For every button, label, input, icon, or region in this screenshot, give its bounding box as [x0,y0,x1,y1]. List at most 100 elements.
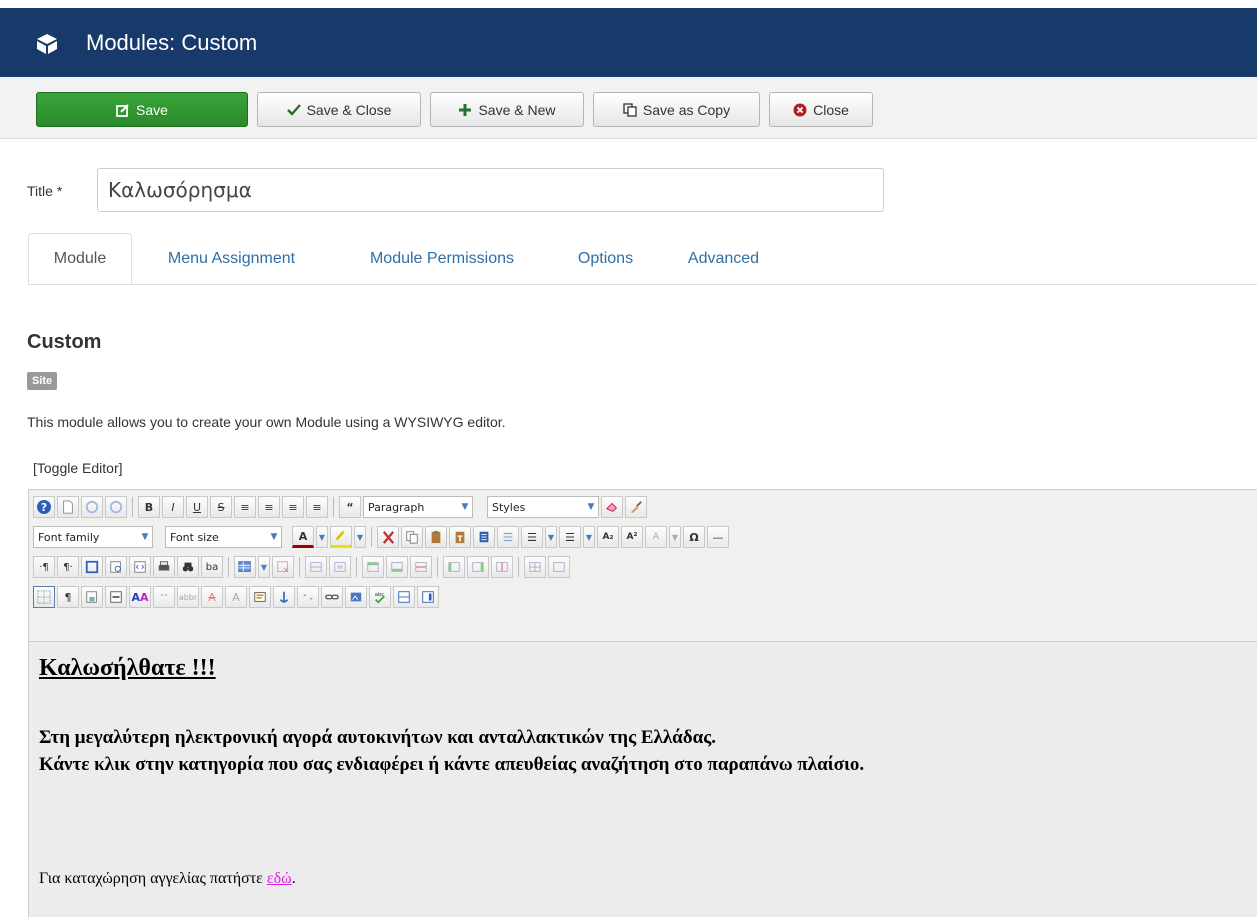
align-left-icon[interactable]: ≡ [234,496,256,518]
insert-row-after-icon[interactable] [386,556,408,578]
cell-properties-icon[interactable] [329,556,351,578]
readmore-icon[interactable] [417,586,439,608]
content-line-3-text: Για καταχώρηση αγγελίας πατήστε [39,870,267,887]
cite-icon[interactable]: “” [153,586,175,608]
delete-col-icon[interactable] [491,556,513,578]
chevron-down-icon[interactable]: ▼ [258,556,270,578]
split-cells-icon[interactable] [524,556,546,578]
paste-text-icon[interactable]: T [449,526,471,548]
paste-word-icon[interactable] [473,526,495,548]
cut-icon[interactable] [377,526,399,548]
chevron-down-icon: ▼ [587,502,595,512]
new-document-icon[interactable] [57,496,79,518]
paste-icon[interactable] [425,526,447,548]
tab-options[interactable]: Options [557,233,654,285]
chevron-down-icon[interactable]: ▼ [545,526,557,548]
help-icon[interactable]: ? [33,496,55,518]
bullet-list-icon[interactable]: ☰ [559,526,581,548]
chevron-down-icon[interactable]: ▼ [583,526,595,548]
copy-icon[interactable] [401,526,423,548]
visual-aid-icon[interactable] [33,586,55,608]
close-button[interactable]: Close [769,92,873,127]
anchor-style-icon[interactable]: A [645,526,667,548]
close-label: Close [813,101,849,118]
tab-menu-assignment[interactable]: Menu Assignment [139,233,324,285]
align-justify-icon[interactable]: ≡ [306,496,328,518]
print-icon[interactable] [153,556,175,578]
tab-advanced[interactable]: Advanced [665,233,782,285]
blockquote-icon[interactable]: “ [339,496,361,518]
special-character-icon[interactable]: Ω [683,526,705,548]
title-input[interactable] [97,168,884,212]
content-line-1: Στη μεγαλύτερη ηλεκτρονική αγορά αυτοκιν… [39,727,717,748]
clear-format-brush-icon[interactable] [625,496,647,518]
horizontal-rule-icon[interactable]: — [707,526,729,548]
anchor-icon[interactable] [273,586,295,608]
link-icon[interactable] [321,586,343,608]
insert-col-after-icon[interactable] [467,556,489,578]
italic-icon[interactable]: I [162,496,184,518]
copy-icon [623,102,637,117]
tab-module[interactable]: Module [28,233,132,285]
save-close-button[interactable]: Save & Close [257,92,421,127]
style-props-icon[interactable]: AA [129,586,151,608]
close-icon [793,103,807,116]
layer-icon[interactable] [105,586,127,608]
superscript-icon[interactable]: A² [621,526,643,548]
delete-text-icon[interactable]: A [201,586,223,608]
numbered-list-icon[interactable]: ☰ [521,526,543,548]
font-family-select[interactable]: Font family ▼ [33,526,153,548]
save-button[interactable]: Save [36,92,248,127]
bold-icon[interactable]: B [138,496,160,518]
subscript-icon[interactable]: A₂ [597,526,619,548]
tab-module-permissions[interactable]: Module Permissions [338,233,546,285]
image-icon[interactable] [345,586,367,608]
replace-icon[interactable]: ba [201,556,223,578]
format-select[interactable]: Paragraph ▼ [363,496,473,518]
toggle-editor-link[interactable]: [Toggle Editor] [33,460,123,476]
underline-icon[interactable]: U [186,496,208,518]
insert-table-icon[interactable] [234,556,256,578]
attributes-icon[interactable] [249,586,271,608]
select-all-icon[interactable] [497,526,519,548]
toolbar-separator [437,557,438,577]
align-right-icon[interactable]: ≡ [282,496,304,518]
row-properties-icon[interactable] [305,556,327,578]
text-color-icon[interactable]: A [292,526,314,548]
undo-icon[interactable] [81,496,103,518]
styles-select[interactable]: Styles ▼ [487,496,599,518]
template-icon[interactable] [81,586,103,608]
rtl-icon[interactable]: ¶· [57,556,79,578]
redo-icon[interactable] [105,496,127,518]
highlight-color-icon[interactable] [330,526,352,548]
unlink-icon[interactable] [297,586,319,608]
save-new-button[interactable]: Save & New [430,92,584,127]
insert-text-icon[interactable]: A [225,586,247,608]
strikethrough-icon[interactable]: S [210,496,232,518]
spellcheck-icon[interactable]: abc [369,586,391,608]
code-icon[interactable] [129,556,151,578]
align-center-icon[interactable]: ≡ [258,496,280,518]
show-blocks-icon[interactable]: ¶ [57,586,79,608]
toolbar-separator [333,497,334,517]
content-link[interactable]: εδώ [267,870,292,887]
chevron-down-icon[interactable]: ▼ [669,526,681,548]
chevron-down-icon[interactable]: ▼ [354,526,366,548]
ltr-icon[interactable]: ·¶ [33,556,55,578]
editor-content[interactable]: Καλωσήλθατε !!! Στη μεγαλύτερη ηλεκτρονι… [29,641,1257,917]
eraser-icon[interactable] [601,496,623,518]
insert-row-before-icon[interactable] [362,556,384,578]
insert-col-before-icon[interactable] [443,556,465,578]
save-copy-button[interactable]: Save as Copy [593,92,760,127]
pagebreak-icon[interactable] [393,586,415,608]
delete-row-icon[interactable] [410,556,432,578]
fullscreen-icon[interactable] [81,556,103,578]
abbr-icon[interactable]: abbr [177,586,199,608]
merge-cells-icon[interactable] [548,556,570,578]
styles-select-value: Styles [492,500,526,514]
font-size-select[interactable]: Font size ▼ [165,526,282,548]
chevron-down-icon[interactable]: ▼ [316,526,328,548]
preview-icon[interactable] [105,556,127,578]
search-icon[interactable] [177,556,199,578]
delete-table-icon[interactable] [272,556,294,578]
